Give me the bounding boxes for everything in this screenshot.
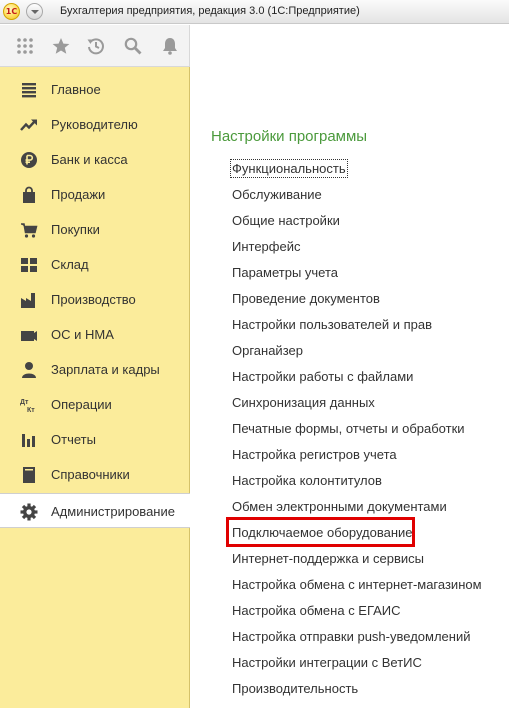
link-push-notifications[interactable]: Настройка отправки push-уведомлений [232, 629, 470, 644]
person-icon [20, 361, 38, 379]
sidebar-item-reports[interactable]: Отчеты [0, 422, 189, 457]
link-accounting-parameters[interactable]: Параметры учета [232, 265, 338, 280]
main-menu-button[interactable] [26, 3, 43, 20]
link-edi-exchange[interactable]: Обмен электронными документами [232, 499, 447, 514]
apps-grid-icon[interactable] [15, 36, 35, 56]
sidebar-item-purchases[interactable]: Покупки [0, 212, 189, 247]
cart-icon [20, 221, 38, 239]
link-file-settings[interactable]: Настройки работы с файлами [232, 369, 413, 384]
link-egais-exchange[interactable]: Настройка обмена с ЕГАИС [232, 603, 401, 618]
factory-icon [20, 291, 38, 309]
gear-icon [20, 503, 38, 521]
window-title-bar: 1С Бухгалтерия предприятия, редакция 3.0… [0, 0, 509, 24]
sidebar-item-main[interactable]: Главное [0, 72, 189, 107]
star-icon[interactable] [51, 36, 71, 56]
sidebar-item-label: ОС и НМА [51, 327, 114, 342]
sidebar-item-label: Отчеты [51, 432, 96, 447]
link-print-forms[interactable]: Печатные формы, отчеты и обработки [232, 421, 465, 436]
link-online-support[interactable]: Интернет-поддержка и сервисы [232, 551, 424, 566]
sections-panel: Главное Руководителю Банк и касса Продаж… [0, 67, 190, 708]
link-document-posting[interactable]: Проведение документов [232, 291, 380, 306]
trend-up-icon [20, 116, 38, 134]
sidebar-item-label: Банк и касса [51, 152, 128, 167]
main-content: Настройки программы Функциональность Обс… [191, 67, 509, 708]
link-performance[interactable]: Производительность [232, 681, 358, 696]
debit-credit-icon: Дт Кт [20, 396, 38, 414]
top-toolbar [0, 25, 509, 67]
sidebar-item-fixed-assets[interactable]: ОС и НМА [0, 317, 189, 352]
link-webshop-exchange[interactable]: Настройка обмена с интернет-магазином [232, 577, 482, 592]
svg-text:Кт: Кт [27, 407, 35, 414]
link-functionality[interactable]: Функциональность [230, 159, 348, 178]
link-interface[interactable]: Интерфейс [232, 239, 300, 254]
link-vetis-integration[interactable]: Настройки интеграции с ВетИС [232, 655, 422, 670]
bell-icon[interactable] [160, 36, 180, 56]
sidebar-item-label: Склад [51, 257, 89, 272]
sidebar-item-label: Зарплата и кадры [51, 362, 160, 377]
sidebar-item-label: Продажи [51, 187, 106, 202]
toolbar-left-panel [0, 25, 190, 67]
sidebar-item-label: Главное [51, 82, 101, 97]
sidebar-item-label: Производство [51, 292, 136, 307]
sidebar-item-bank[interactable]: Банк и касса [0, 142, 189, 177]
sidebar-item-operations[interactable]: Дт Кт Операции [0, 387, 189, 422]
sidebar-item-label: Администрирование [51, 504, 175, 519]
book-icon [20, 466, 38, 484]
link-connected-equipment[interactable]: Подключаемое оборудование [232, 525, 413, 540]
sidebar-item-label: Покупки [51, 222, 100, 237]
warehouse-icon [20, 256, 38, 274]
link-maintenance[interactable]: Обслуживание [232, 187, 322, 202]
sidebar-item-warehouse[interactable]: Склад [0, 247, 189, 282]
sidebar-item-production[interactable]: Производство [0, 282, 189, 317]
bar-chart-icon [20, 431, 38, 449]
shopping-bag-icon [20, 186, 38, 204]
sidebar-item-directories[interactable]: Справочники [0, 457, 189, 492]
menu-lines-icon [20, 81, 38, 99]
sidebar-item-salary[interactable]: Зарплата и кадры [0, 352, 189, 387]
sidebar-item-manager[interactable]: Руководителю [0, 107, 189, 142]
sidebar-item-label: Операции [51, 397, 112, 412]
sidebar-item-label: Справочники [51, 467, 130, 482]
link-data-sync[interactable]: Синхронизация данных [232, 395, 375, 410]
sidebar-item-sales[interactable]: Продажи [0, 177, 189, 212]
link-registers-setup[interactable]: Настройка регистров учета [232, 447, 397, 462]
sidebar-item-administration[interactable]: Администрирование [0, 493, 190, 528]
history-icon[interactable] [86, 36, 106, 56]
svg-text:Дт: Дт [20, 399, 29, 406]
link-users-and-rights[interactable]: Настройки пользователей и прав [232, 317, 432, 332]
link-general-settings[interactable]: Общие настройки [232, 213, 340, 228]
link-headers-footers[interactable]: Настройка колонтитулов [232, 473, 382, 488]
window-title: Бухгалтерия предприятия, редакция 3.0 (1… [60, 5, 360, 17]
search-icon[interactable] [123, 36, 143, 56]
section-title: Настройки программы [211, 128, 368, 145]
link-organizer[interactable]: Органайзер [232, 343, 303, 358]
fixed-assets-icon [20, 326, 38, 344]
app-logo-icon[interactable]: 1С [3, 3, 20, 20]
ruble-coin-icon [20, 151, 38, 169]
sidebar-item-label: Руководителю [51, 117, 138, 132]
